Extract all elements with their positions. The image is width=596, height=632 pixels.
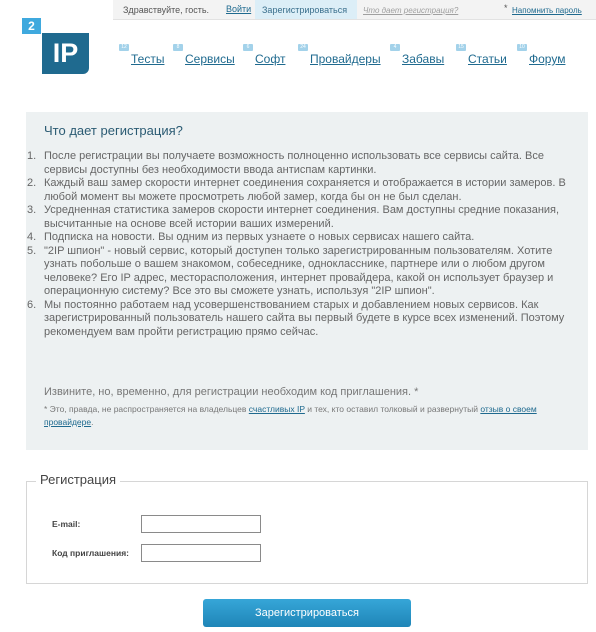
footnote-prefix: * Это, правда, не распространяется на вл… [44, 404, 249, 414]
list-item: 4. Подписка на новости. Вы одним из первы… [27, 231, 475, 243]
registration-legend: Регистрация [36, 472, 120, 487]
top-bar: Здравствуйте, гость. Войти Зарегистриров… [113, 0, 596, 20]
invite-code-field[interactable] [141, 544, 261, 562]
footnote: * Это, правда, не распространяется на вл… [44, 403, 554, 429]
registration-form [26, 481, 588, 584]
registration-benefits-panel: Что дает регистрация? 1. После регистраци… [26, 112, 588, 450]
nav-label[interactable]: Тесты [131, 52, 164, 66]
email-label: E-mail: [52, 519, 81, 529]
nav-badge: 10 [517, 44, 527, 51]
nav-label[interactable]: Провайдеры [310, 52, 381, 66]
nav-badge: 12 [119, 44, 129, 51]
footnote-suffix: . [91, 417, 94, 427]
list-item: 6. Мы постоянно работаем над усовершенств… [27, 298, 565, 338]
list-item: 5. "2IP шпион" - новый сервис, который до… [27, 244, 554, 298]
nav-label[interactable]: Софт [255, 52, 285, 66]
nav-badge: 4 [390, 44, 400, 51]
list-item-text: После регистрации вы получаете возможнос… [44, 150, 544, 176]
list-item-text: Усредненная статистика замеров скорости … [44, 204, 560, 230]
logo-number: 2 [22, 18, 41, 34]
list-item-text: Каждый ваш замер скорости интернет соеди… [44, 177, 566, 203]
nav-badge: 24 [298, 44, 308, 51]
nav-badge: 6 [243, 44, 253, 51]
main-nav: 12 Тесты 8 Сервисы 6 Софт 24 Провайдеры … [0, 44, 596, 74]
benefits-list: 1. После регистрации вы получаете возможн… [26, 150, 566, 339]
benefits-title: Что дает регистрация? [44, 123, 183, 138]
list-item: 1. После регистрации вы получаете возможн… [27, 150, 544, 176]
nav-label[interactable]: Сервисы [185, 52, 235, 66]
login-link[interactable]: Войти [226, 4, 251, 14]
register-submit-button[interactable]: Зарегистрироваться [203, 599, 411, 627]
nav-badge: 15 [456, 44, 466, 51]
invite-required-text: Извините, но, временно, для регистрации … [44, 386, 419, 398]
nav-label[interactable]: Забавы [402, 52, 444, 66]
greeting-text: Здравствуйте, гость. [123, 5, 210, 15]
lucky-ip-link[interactable]: счастливых IP [249, 404, 305, 414]
asterisk: * [504, 3, 508, 13]
list-item-text: Мы постоянно работаем над усовершенствов… [44, 298, 565, 338]
nav-label[interactable]: Статьи [468, 52, 507, 66]
list-item: 2. Каждый ваш замер скорости интернет сое… [27, 177, 566, 203]
email-field[interactable] [141, 515, 261, 533]
list-item-text: Подписка на новости. Вы одним из первых … [44, 231, 475, 243]
invite-code-label: Код приглашения: [52, 548, 129, 558]
nav-badge: 8 [173, 44, 183, 51]
nav-label[interactable]: Форум [529, 52, 565, 66]
what-registration-link[interactable]: Что дает регистрация? [363, 6, 458, 15]
footnote-middle: и тех, кто оставил толковый и развернуты… [304, 404, 481, 414]
remind-password-link[interactable]: Напомнить пароль [512, 6, 582, 15]
register-tab[interactable]: Зарегистрироваться [255, 0, 357, 19]
list-item: 3. Усредненная статистика замеров скорост… [27, 204, 560, 230]
list-item-text: "2IP шпион" - новый сервис, который дост… [44, 244, 554, 298]
